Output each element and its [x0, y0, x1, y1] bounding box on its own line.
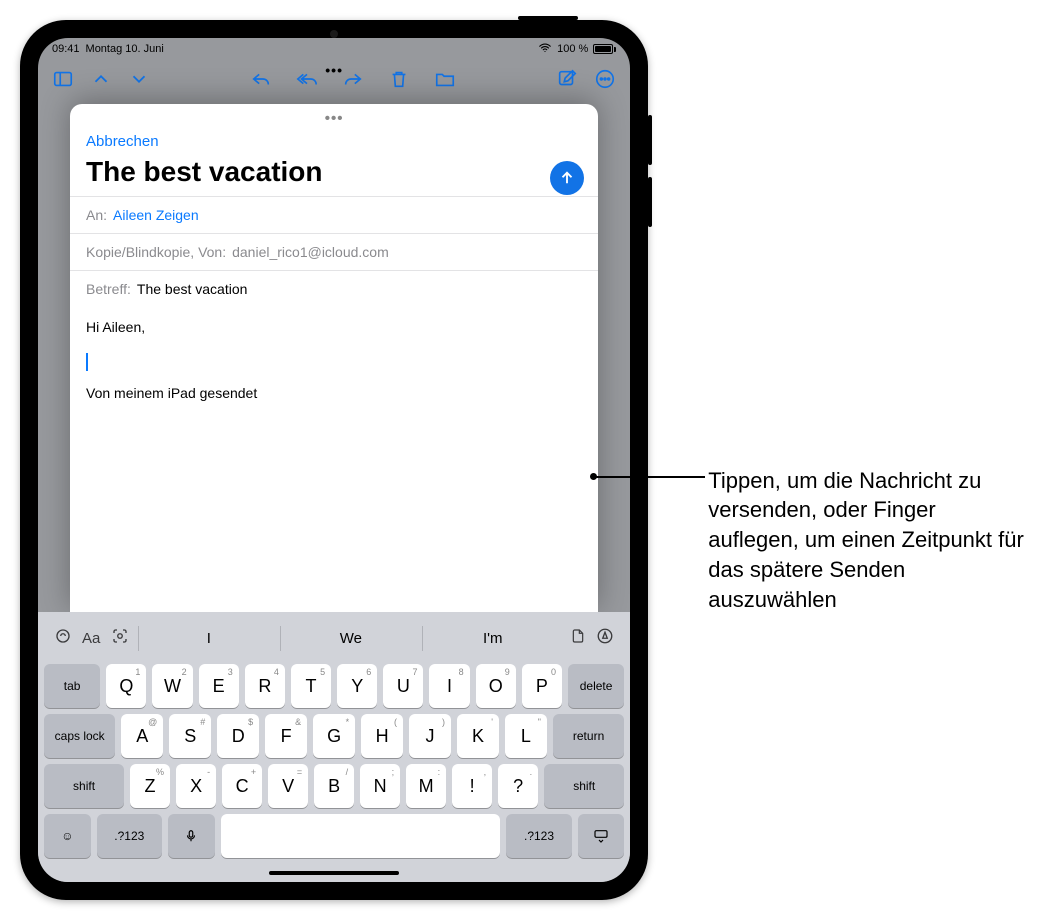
- subject-value: The best vacation: [137, 281, 248, 297]
- home-indicator[interactable]: [38, 864, 630, 882]
- ipad-device-frame: 09:41 Montag 10. Juni 100 % •••: [20, 20, 648, 900]
- tab-key[interactable]: tab: [44, 664, 100, 708]
- cc-label: Kopie/Blindkopie, Von:: [86, 244, 226, 260]
- battery-icon: [593, 44, 616, 54]
- move-folder-icon[interactable]: [430, 64, 460, 94]
- send-button[interactable]: [550, 161, 584, 195]
- compose-sheet: ••• Abbrechen The best vacation An: Aile…: [70, 104, 598, 612]
- volume-buttons: [648, 115, 652, 239]
- to-value[interactable]: Aileen Zeigen: [113, 207, 199, 223]
- trash-icon[interactable]: [384, 64, 414, 94]
- key-q[interactable]: Q1: [106, 664, 146, 708]
- subject-field[interactable]: Betreff: The best vacation: [70, 270, 598, 307]
- reply-icon[interactable]: [246, 64, 276, 94]
- camera-scan-icon[interactable]: [110, 627, 130, 650]
- key-d[interactable]: D$: [217, 714, 259, 758]
- key-x[interactable]: X-: [176, 764, 216, 808]
- front-camera: [330, 30, 338, 38]
- to-field[interactable]: An: Aileen Zeigen: [70, 196, 598, 233]
- compose-subject-title: The best vacation: [86, 156, 582, 188]
- status-date: Montag 10. Juni: [86, 43, 164, 55]
- key-f[interactable]: F&: [265, 714, 307, 758]
- shift-key-right[interactable]: shift: [544, 764, 624, 808]
- hide-keyboard-key[interactable]: [578, 814, 625, 858]
- dictation-key[interactable]: [168, 814, 215, 858]
- key-w[interactable]: W2: [152, 664, 192, 708]
- suggestion-2[interactable]: We: [280, 626, 420, 651]
- body-textarea[interactable]: Hi Aileen, Von meinem iPad gesendet: [70, 307, 598, 612]
- numsym-key-left[interactable]: .?123: [97, 814, 162, 858]
- cc-value: daniel_rico1@icloud.com: [232, 244, 389, 260]
- power-button: [518, 16, 578, 20]
- key-i[interactable]: I8: [429, 664, 469, 708]
- text-format-icon[interactable]: Aa: [82, 630, 100, 647]
- signature: Von meinem iPad gesendet: [86, 385, 582, 401]
- sheet-grabber-icon[interactable]: •••: [70, 104, 598, 129]
- status-time: 09:41: [52, 43, 80, 55]
- text-cursor: [86, 353, 88, 371]
- key-g[interactable]: G*: [313, 714, 355, 758]
- key-p[interactable]: P0: [522, 664, 562, 708]
- wifi-icon: [538, 41, 552, 58]
- key-e[interactable]: E3: [199, 664, 239, 708]
- spacebar-key[interactable]: [221, 814, 501, 858]
- callout-annotation: Tippen, um die Nachricht zu versenden, o…: [708, 466, 1031, 614]
- key-r[interactable]: R4: [245, 664, 285, 708]
- suggestion-1[interactable]: I: [138, 626, 278, 651]
- suggestion-bar: Aa I We I'm: [44, 618, 624, 658]
- key-m[interactable]: M:: [406, 764, 446, 808]
- onscreen-keyboard[interactable]: Aa I We I'm: [38, 612, 630, 864]
- callout-text: Tippen, um die Nachricht zu versenden, o…: [708, 468, 1024, 612]
- cc-bcc-from-field[interactable]: Kopie/Blindkopie, Von: daniel_rico1@iclo…: [70, 233, 598, 270]
- key-l[interactable]: L": [505, 714, 547, 758]
- cancel-button[interactable]: Abbrechen: [86, 133, 582, 150]
- to-label: An:: [86, 207, 107, 223]
- battery-percentage: 100 %: [557, 43, 588, 55]
- key-c[interactable]: C+: [222, 764, 262, 808]
- keyboard-settings-icon[interactable]: [54, 627, 72, 650]
- prev-message-icon[interactable]: [86, 64, 116, 94]
- key-n[interactable]: N;: [360, 764, 400, 808]
- key-a[interactable]: A@: [121, 714, 163, 758]
- more-icon[interactable]: [590, 64, 620, 94]
- key-v[interactable]: V=: [268, 764, 308, 808]
- document-attach-icon[interactable]: [570, 627, 586, 650]
- caps-lock-key[interactable]: caps lock: [44, 714, 115, 758]
- key-?[interactable]: ?.: [498, 764, 538, 808]
- key-h[interactable]: H(: [361, 714, 403, 758]
- key-y[interactable]: Y6: [337, 664, 377, 708]
- delete-key[interactable]: delete: [568, 664, 624, 708]
- key-o[interactable]: O9: [476, 664, 516, 708]
- key-t[interactable]: T5: [291, 664, 331, 708]
- key-b[interactable]: B/: [314, 764, 354, 808]
- key-s[interactable]: S#: [169, 714, 211, 758]
- numsym-key-right[interactable]: .?123: [506, 814, 571, 858]
- key-k[interactable]: K': [457, 714, 499, 758]
- markup-icon[interactable]: [596, 627, 614, 650]
- key-j[interactable]: J): [409, 714, 451, 758]
- reply-all-icon[interactable]: [292, 64, 322, 94]
- key-u[interactable]: U7: [383, 664, 423, 708]
- suggestion-3[interactable]: I'm: [422, 626, 562, 651]
- subject-label: Betreff:: [86, 281, 131, 297]
- return-key[interactable]: return: [553, 714, 624, 758]
- next-message-icon[interactable]: [124, 64, 154, 94]
- status-bar: 09:41 Montag 10. Juni 100 %: [38, 38, 630, 60]
- multitask-indicator-icon[interactable]: •••: [325, 62, 343, 78]
- shift-key-left[interactable]: shift: [44, 764, 124, 808]
- key-![interactable]: !,: [452, 764, 492, 808]
- emoji-key[interactable]: ☺: [44, 814, 91, 858]
- compose-icon[interactable]: [552, 64, 582, 94]
- sidebar-toggle-icon[interactable]: [48, 64, 78, 94]
- body-greeting: Hi Aileen,: [86, 319, 582, 335]
- key-z[interactable]: Z%: [130, 764, 170, 808]
